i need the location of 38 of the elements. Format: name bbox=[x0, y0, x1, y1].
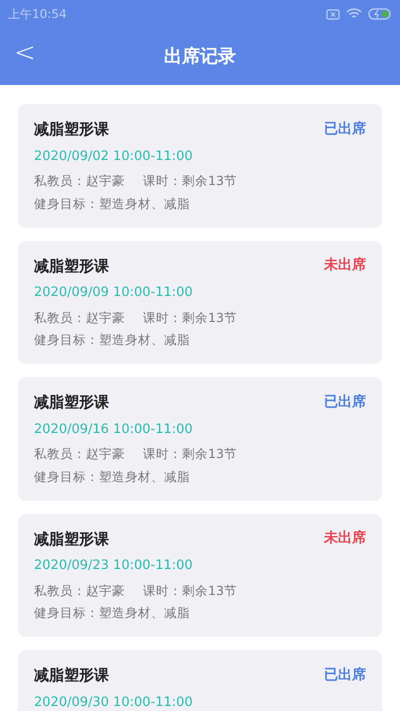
remaining-hours: 课时：剩余13节 bbox=[143, 445, 237, 463]
battery-icon bbox=[368, 8, 392, 20]
record-card[interactable]: 减脂塑形课 已出席 2020/09/30 10:00-11:00 bbox=[18, 650, 382, 711]
session-time: 2020/09/16 10:00-11:00 bbox=[34, 420, 194, 438]
attendance-status: 已出席 bbox=[324, 666, 366, 685]
session-time: 2020/09/02 10:00-11:00 bbox=[34, 148, 194, 166]
course-name: 减脂塑形课 bbox=[34, 665, 109, 686]
attendance-status: 未出席 bbox=[324, 256, 366, 276]
coach-name: 私教员：赵宇豪 bbox=[34, 308, 125, 326]
coach-name: 私教员：赵宇豪 bbox=[34, 445, 125, 463]
attendance-status: 已出席 bbox=[324, 392, 366, 412]
wifi-icon bbox=[346, 8, 362, 20]
attendance-status: 未出席 bbox=[324, 528, 366, 548]
back-button[interactable]: < bbox=[14, 40, 36, 66]
session-time: 2020/09/30 10:00-11:00 bbox=[34, 694, 194, 711]
fitness-goal: 健身目标：塑造身材、减脂 bbox=[34, 468, 191, 486]
coach-name: 私教员：赵宇豪 bbox=[34, 582, 125, 600]
coach-name: 私教员：赵宇豪 bbox=[34, 172, 125, 190]
status-time: 上午10:54 bbox=[8, 6, 67, 23]
remaining-hours: 课时：剩余13节 bbox=[143, 308, 237, 326]
remaining-hours: 课时：剩余13节 bbox=[143, 582, 237, 600]
record-card[interactable]: 减脂塑形课 未出席 2020/09/23 10:00-11:00 私教员：赵宇豪 课时：剩余13节 健身目标：塑造身材、减脂 bbox=[18, 514, 382, 637]
attendance-status: 已出席 bbox=[324, 120, 366, 139]
course-name: 减脂塑形课 bbox=[34, 392, 109, 413]
fitness-goal: 健身目标：塑造身材、减脂 bbox=[34, 194, 191, 213]
record-card[interactable]: 减脂塑形课 已出席 2020/09/16 10:00-11:00 私教员：赵宇豪 课时：剩余13节 健身目标：塑造身材、减脂 bbox=[18, 377, 382, 500]
course-name: 减脂塑形课 bbox=[34, 528, 109, 550]
record-card[interactable]: 减脂塑形课 已出席 2020/09/02 10:00-11:00 私教员：赵宇豪 课时：剩余13节 健身目标：塑造身材、减脂 bbox=[18, 104, 382, 228]
course-name: 减脂塑形课 bbox=[34, 256, 109, 276]
page-title: 出席记录 bbox=[164, 45, 236, 69]
session-time: 2020/09/23 10:00-11:00 bbox=[34, 557, 194, 575]
sim-icon bbox=[326, 8, 340, 20]
fitness-goal: 健身目标：塑造身材、减脂 bbox=[34, 331, 191, 350]
fitness-goal: 健身目标：塑造身材、减脂 bbox=[34, 604, 191, 622]
remaining-hours: 课时：剩余13节 bbox=[143, 172, 237, 190]
course-name: 减脂塑形课 bbox=[34, 119, 109, 140]
session-time: 2020/09/09 10:00-11:00 bbox=[34, 284, 194, 302]
record-card[interactable]: 减脂塑形课 未出席 2020/09/09 10:00-11:00 私教员：赵宇豪 课时：剩余13节 健身目标：塑造身材、减脂 bbox=[18, 240, 382, 364]
